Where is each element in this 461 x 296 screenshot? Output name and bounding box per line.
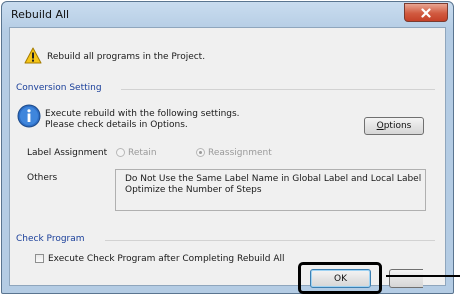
others-line-1: Do Not Use the Same Label Name in Global… xyxy=(125,174,422,184)
rebuild-all-dialog: Rebuild All Rebuild all programs in the … xyxy=(1,1,454,294)
check-program-title: Check Program xyxy=(16,234,85,244)
others-label: Others xyxy=(27,173,58,183)
info-line-2: Please check details in Options. xyxy=(45,120,188,130)
conversion-setting-divider xyxy=(121,89,435,90)
retain-radio-label: Retain xyxy=(128,148,157,158)
cancel-button[interactable] xyxy=(389,269,423,288)
ok-button-label: OK xyxy=(334,273,347,284)
ok-button[interactable]: OK xyxy=(310,269,371,288)
info-icon xyxy=(17,104,41,128)
close-icon xyxy=(421,7,431,18)
options-button-label: Options xyxy=(376,121,412,131)
dialog-title: Rebuild All xyxy=(11,8,70,21)
reassignment-radio-label: Reassignment xyxy=(208,148,272,158)
conversion-setting-title: Conversion Setting xyxy=(16,83,102,93)
label-assignment-label: Label Assignment xyxy=(27,148,108,158)
reassignment-radio[interactable] xyxy=(196,148,205,157)
retain-radio[interactable] xyxy=(116,148,125,157)
execute-check-program-checkbox[interactable] xyxy=(35,254,44,263)
info-line-1: Execute rebuild with the following setti… xyxy=(45,109,240,119)
warning-icon xyxy=(24,47,42,64)
close-button[interactable] xyxy=(404,3,448,22)
header-message: Rebuild all programs in the Project. xyxy=(47,52,206,62)
title-bar[interactable]: Rebuild All xyxy=(2,2,453,26)
dialog-body: Rebuild all programs in the Project. Con… xyxy=(9,27,446,294)
execute-check-program-label: Execute Check Program after Completing R… xyxy=(48,254,285,264)
others-textbox: Do Not Use the Same Label Name in Global… xyxy=(115,169,426,211)
options-button[interactable]: Options xyxy=(364,117,424,135)
others-line-2: Optimize the Number of Steps xyxy=(125,185,262,195)
check-program-divider xyxy=(105,240,435,241)
callout-line xyxy=(386,275,460,277)
